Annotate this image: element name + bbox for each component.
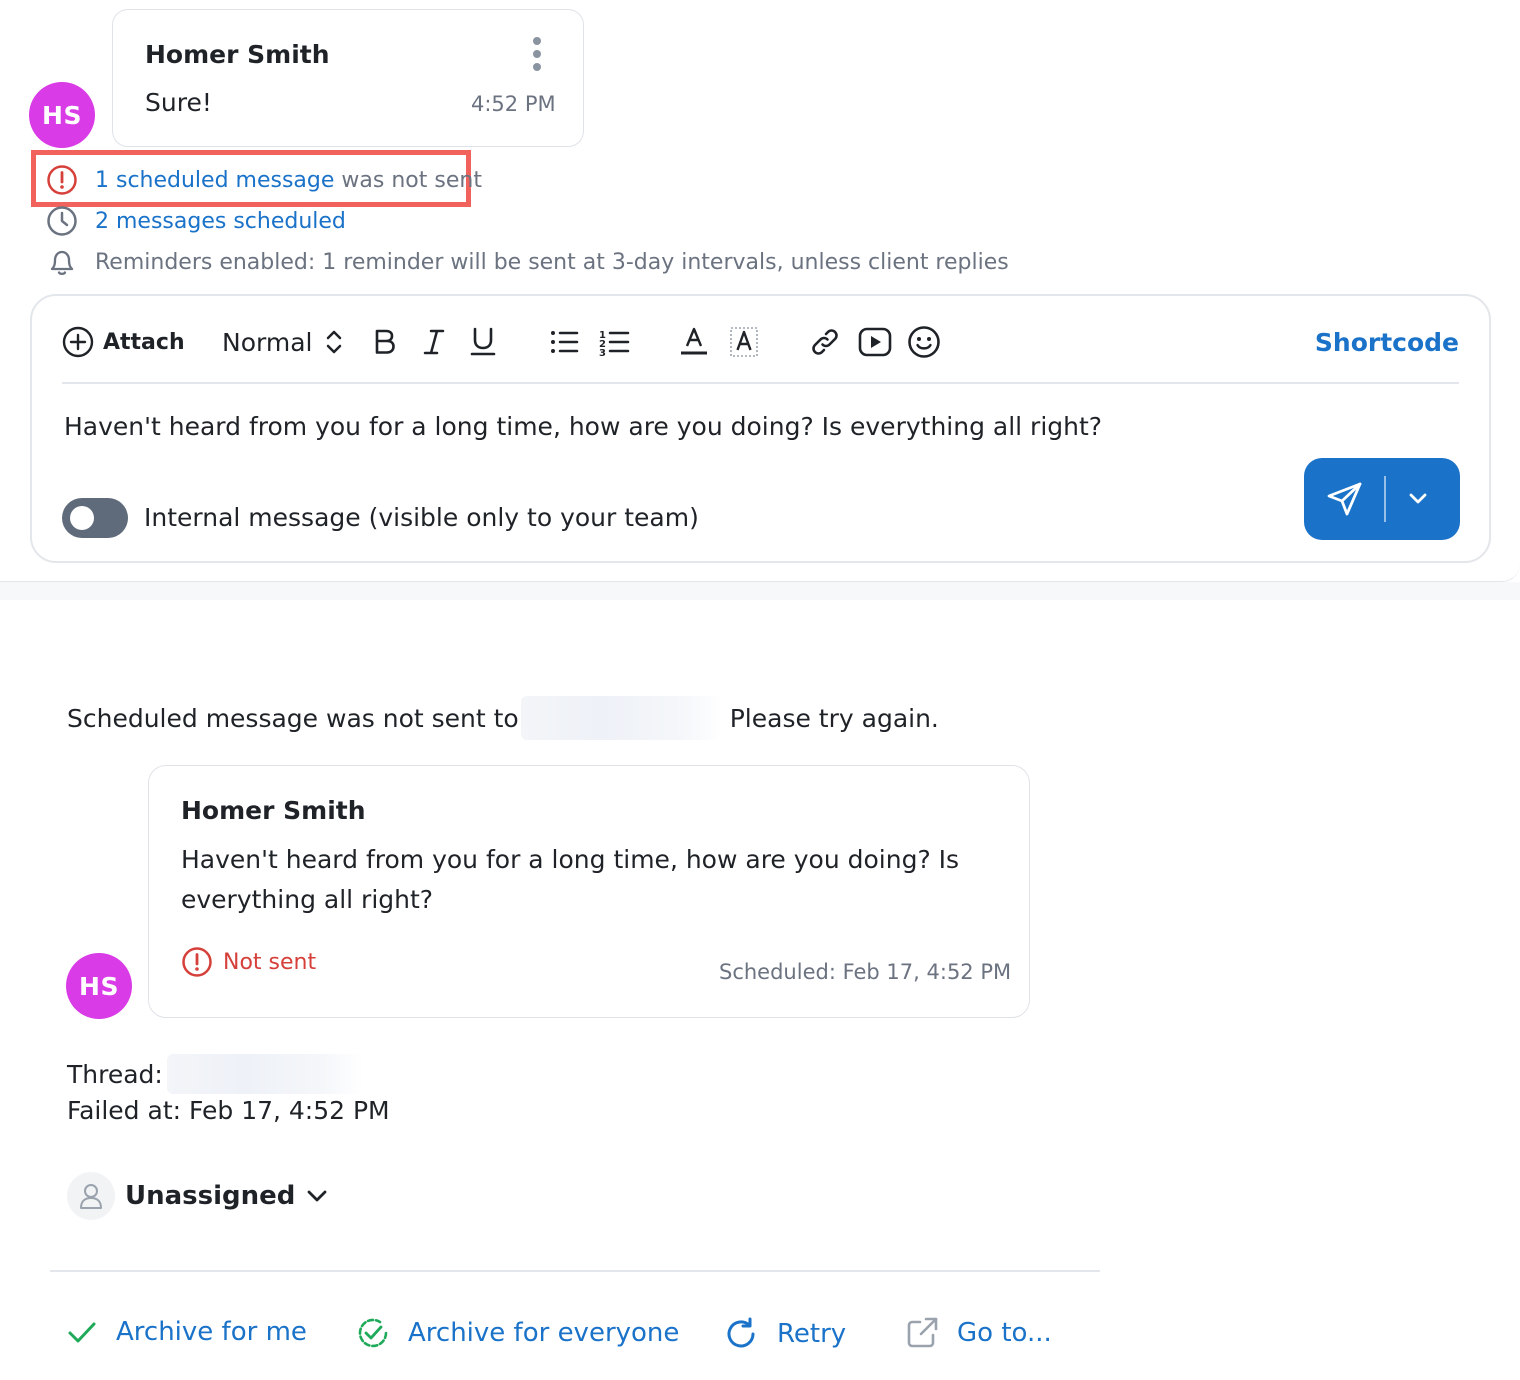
not-sent-status: 1 scheduled message was not sent bbox=[46, 164, 482, 196]
shortcode-button[interactable]: Shortcode bbox=[1315, 322, 1459, 362]
toolbar-divider bbox=[62, 382, 1459, 384]
not-sent-link[interactable]: 1 scheduled message bbox=[95, 168, 334, 193]
alert-circle-icon bbox=[182, 947, 212, 977]
formatting-toolbar: Attach Normal 123 Shortcode bbox=[62, 322, 1459, 362]
chat-panel: HS Homer Smith Sure! 4:52 PM 1 scheduled… bbox=[0, 0, 1520, 582]
not-sent-label: Not sent bbox=[223, 949, 317, 975]
numbered-list-icon[interactable]: 123 bbox=[598, 322, 630, 362]
check-circle-icon bbox=[358, 1318, 388, 1348]
external-link-icon bbox=[907, 1317, 938, 1348]
attach-label: Attach bbox=[103, 329, 185, 355]
message-composer: Attach Normal 123 Shortcode Haven't hear… bbox=[30, 294, 1491, 563]
redacted-recipient bbox=[520, 696, 723, 740]
scheduled-status: 2 messages scheduled bbox=[46, 205, 346, 237]
go-to-button[interactable]: Go to... bbox=[905, 1316, 1052, 1350]
scheduled-time: Scheduled: Feb 17, 4:52 PM bbox=[719, 960, 1012, 984]
not-sent-badge: Not sent bbox=[181, 946, 316, 978]
send-divider bbox=[1384, 476, 1386, 522]
more-options-icon[interactable] bbox=[525, 36, 549, 72]
text-style-select[interactable]: Normal bbox=[222, 322, 344, 362]
send-button[interactable] bbox=[1304, 458, 1460, 540]
message-sender: Homer Smith bbox=[145, 40, 330, 69]
message-input[interactable]: Haven't heard from you for a long time, … bbox=[64, 412, 1102, 441]
reminders-text: Reminders enabled: 1 reminder will be se… bbox=[95, 249, 1009, 275]
avatar: HS bbox=[66, 953, 132, 1019]
video-icon[interactable] bbox=[858, 322, 892, 362]
redacted-thread[interactable] bbox=[166, 1054, 363, 1094]
not-sent-rest: was not sent bbox=[341, 167, 482, 193]
archive-for-me-button[interactable]: Archive for me bbox=[66, 1316, 307, 1348]
thread-label: Thread: bbox=[67, 1059, 163, 1089]
retry-label: Retry bbox=[777, 1319, 847, 1349]
failed-message-card: Homer Smith Haven't heard from you for a… bbox=[148, 765, 1030, 1018]
archive-for-everyone-button[interactable]: Archive for everyone bbox=[356, 1316, 679, 1350]
failure-notice-suffix: Please try again. bbox=[729, 703, 939, 733]
bold-icon[interactable] bbox=[371, 322, 399, 362]
scheduled-link[interactable]: 2 messages scheduled bbox=[95, 209, 346, 234]
underline-icon[interactable] bbox=[469, 322, 497, 362]
failed-at-text: Failed at: Feb 17, 4:52 PM bbox=[67, 1096, 390, 1125]
italic-icon[interactable] bbox=[420, 322, 448, 362]
assignee-label: Unassigned bbox=[125, 1181, 296, 1211]
chevron-down-icon[interactable] bbox=[1406, 487, 1430, 511]
thread-line: Thread: bbox=[67, 1054, 363, 1094]
alert-circle-icon bbox=[46, 164, 78, 196]
panel-separator bbox=[0, 582, 1520, 600]
chevron-down-icon bbox=[305, 1184, 329, 1208]
failure-notice: Scheduled message was not sent to Please… bbox=[67, 696, 939, 740]
emoji-icon[interactable] bbox=[907, 322, 941, 362]
internal-message-toggle[interactable] bbox=[62, 498, 128, 538]
bell-icon bbox=[46, 246, 78, 278]
reminders-status: Reminders enabled: 1 reminder will be se… bbox=[46, 246, 1009, 278]
attach-button[interactable]: Attach bbox=[62, 322, 185, 362]
message-text: Haven't heard from you for a long time, … bbox=[181, 845, 960, 914]
assignee-select[interactable]: Unassigned bbox=[67, 1172, 329, 1220]
archive-for-me-label: Archive for me bbox=[116, 1317, 307, 1347]
send-icon[interactable] bbox=[1326, 480, 1364, 518]
avatar: HS bbox=[29, 82, 95, 148]
internal-message-label: Internal message (visible only to your t… bbox=[144, 503, 699, 532]
updown-chevron-icon bbox=[324, 328, 344, 356]
plus-circle-icon bbox=[62, 326, 94, 358]
link-icon[interactable] bbox=[809, 322, 841, 362]
message-time: 4:52 PM bbox=[471, 92, 556, 116]
text-color-icon[interactable] bbox=[679, 322, 709, 362]
actions-divider bbox=[50, 1270, 1100, 1272]
svg-text:3: 3 bbox=[599, 348, 606, 357]
avatar-initials: HS bbox=[79, 971, 119, 1001]
text-style-value: Normal bbox=[222, 327, 313, 357]
archive-for-everyone-label: Archive for everyone bbox=[408, 1318, 680, 1348]
failed-at-line: Failed at: Feb 17, 4:52 PM bbox=[67, 1096, 390, 1125]
avatar-initials: HS bbox=[42, 100, 82, 130]
check-icon bbox=[68, 1322, 96, 1343]
clock-icon bbox=[46, 205, 78, 237]
refresh-icon bbox=[727, 1317, 755, 1348]
message-text: Sure! bbox=[145, 88, 212, 117]
bullet-list-icon[interactable] bbox=[549, 322, 579, 362]
go-to-label: Go to... bbox=[957, 1318, 1052, 1348]
failure-notice-prefix: Scheduled message was not sent to bbox=[67, 703, 519, 733]
message-sender: Homer Smith bbox=[181, 796, 366, 825]
highlight-color-icon[interactable] bbox=[729, 322, 759, 362]
user-icon bbox=[67, 1172, 115, 1220]
message-bubble: Homer Smith Sure! 4:52 PM bbox=[112, 9, 584, 147]
retry-button[interactable]: Retry bbox=[723, 1316, 846, 1352]
